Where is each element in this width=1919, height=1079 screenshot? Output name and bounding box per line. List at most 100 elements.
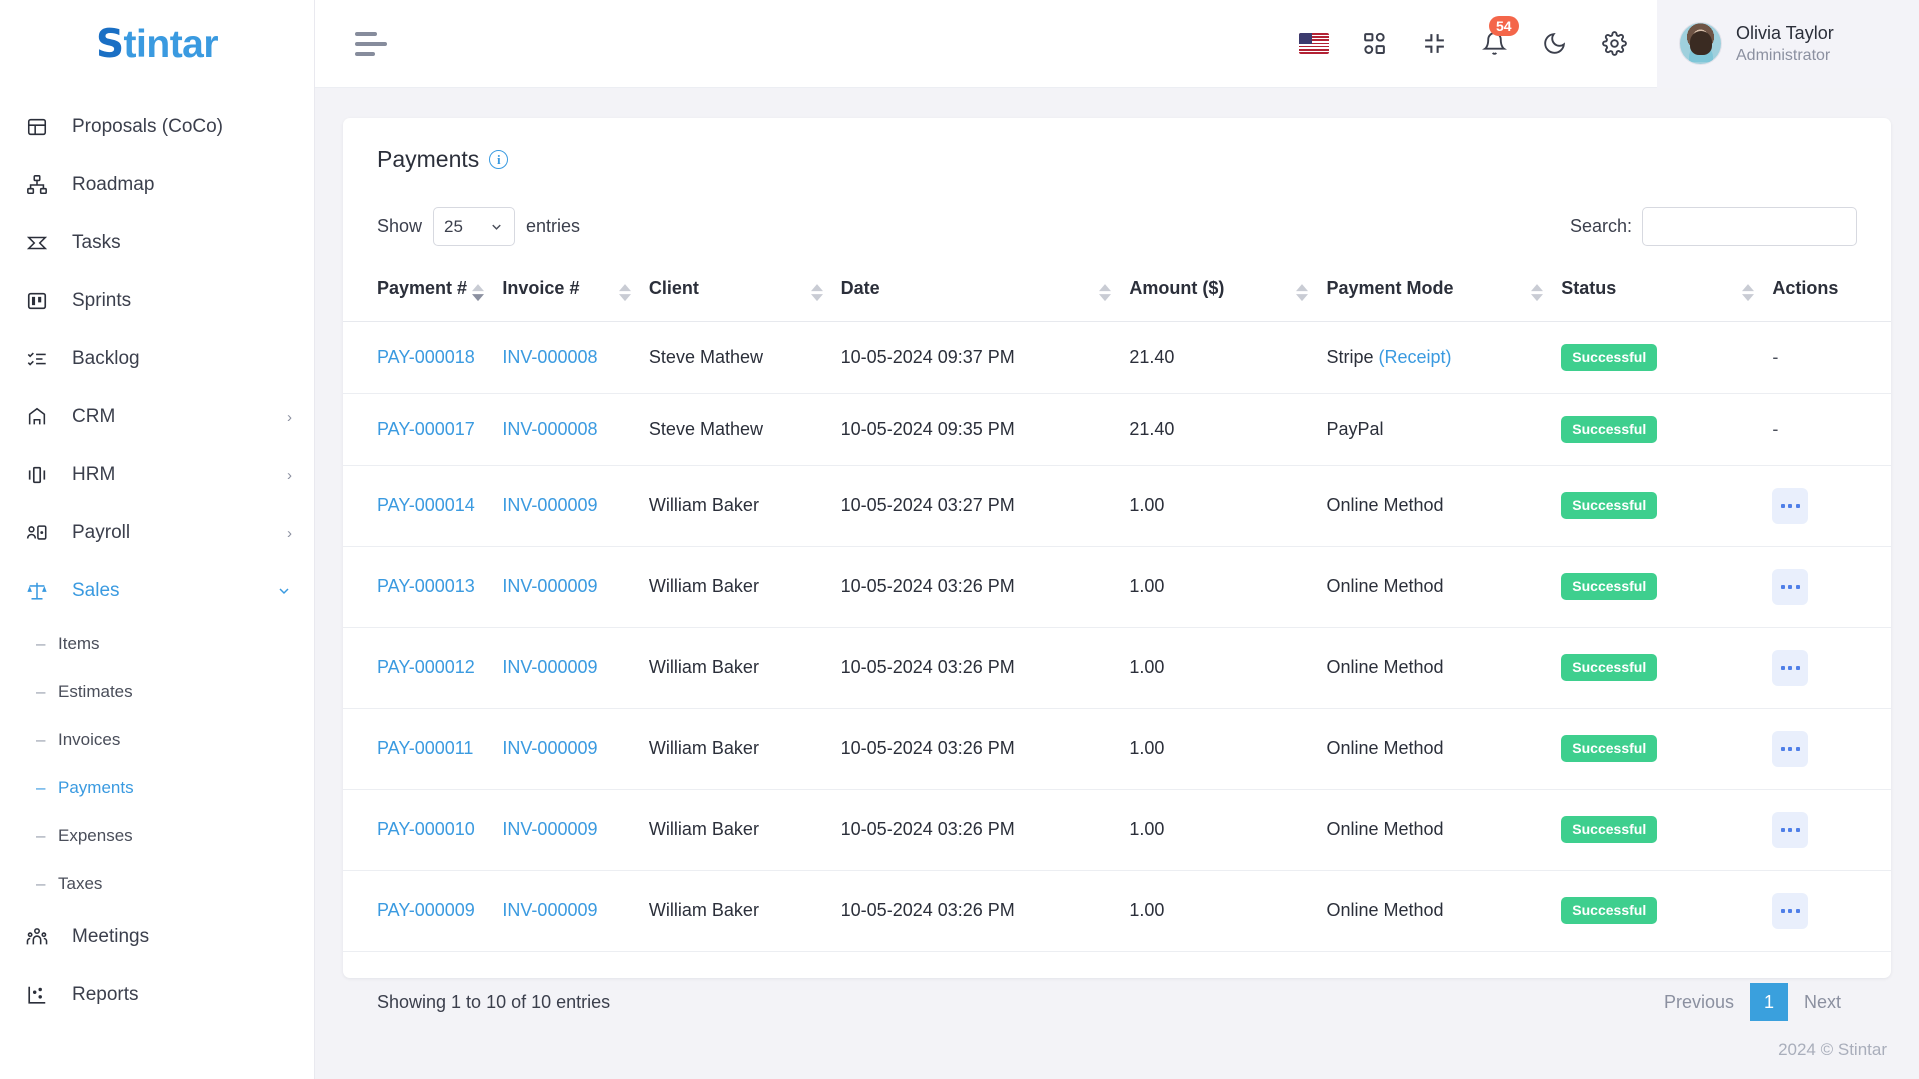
sidebar-item-sprints[interactable]: Sprints — [0, 272, 314, 330]
sales-icon — [26, 579, 56, 603]
no-actions-dash: - — [1772, 346, 1779, 367]
chevron-right-icon: › — [287, 466, 292, 484]
sidebar-item-backlog[interactable]: Backlog — [0, 330, 314, 388]
invoice-number-link[interactable]: INV-000008 — [502, 419, 597, 439]
sidebar-item-tasks[interactable]: Tasks — [0, 214, 314, 272]
column-header-client[interactable]: Client — [648, 266, 841, 322]
gear-icon[interactable] — [1597, 27, 1631, 61]
hamburger-icon[interactable] — [355, 31, 389, 56]
row-actions-button[interactable] — [1772, 487, 1809, 524]
grid-apps-icon[interactable] — [1357, 27, 1391, 61]
pagination-page-1[interactable]: 1 — [1749, 983, 1788, 1021]
sort-toggle-status[interactable] — [1742, 283, 1755, 301]
user-profile-menu[interactable]: Olivia Taylor Administrator — [1657, 0, 1919, 88]
notifications-bell-icon[interactable]: 54 — [1477, 15, 1519, 61]
sidebar-item-crm[interactable]: CRM › — [0, 388, 314, 446]
cell-status: Successful — [1561, 627, 1773, 709]
column-label: Status — [1561, 278, 1617, 298]
cell-status: Successful — [1561, 321, 1773, 394]
sort-toggle-amount[interactable] — [1296, 283, 1309, 301]
column-header-payment-mode[interactable]: Payment Mode — [1326, 266, 1562, 322]
invoice-number-link[interactable]: INV-000009 — [502, 819, 597, 839]
payment-number-link[interactable]: PAY-000009 — [377, 900, 475, 920]
cell-status: Successful — [1561, 465, 1773, 547]
column-header-payment[interactable]: Payment # — [343, 266, 503, 322]
cell-client: Steve Mathew — [648, 321, 841, 394]
row-actions-button[interactable] — [1772, 811, 1809, 848]
sidebar-item-sales[interactable]: Sales — [0, 562, 314, 620]
search-input[interactable] — [1642, 207, 1857, 246]
cell-payment-number: PAY-000011 — [343, 708, 503, 790]
info-icon[interactable]: i — [489, 150, 509, 169]
sort-toggle-payment[interactable] — [472, 283, 485, 301]
cell-payment-number: PAY-000014 — [343, 465, 503, 547]
payment-number-link[interactable]: PAY-000018 — [377, 347, 475, 367]
invoice-number-link[interactable]: INV-000009 — [502, 738, 597, 758]
user-role: Administrator — [1736, 46, 1831, 64]
column-header-invoice[interactable]: Invoice # — [502, 266, 649, 322]
payment-number-link[interactable]: PAY-000013 — [377, 576, 475, 596]
column-header-amount[interactable]: Amount ($) — [1129, 266, 1327, 322]
invoice-number-link[interactable]: INV-000009 — [502, 495, 597, 515]
status-badge: Successful — [1561, 816, 1658, 843]
payment-number-link[interactable]: PAY-000017 — [377, 419, 475, 439]
invoice-number-link[interactable]: INV-000008 — [502, 347, 597, 367]
sidebar-item-payroll[interactable]: Payroll › — [0, 504, 314, 562]
sidebar-subitem-label: Invoices — [58, 730, 121, 749]
dash-icon: – — [36, 826, 46, 845]
status-badge: Successful — [1561, 573, 1658, 600]
page-length-select[interactable]: 25 — [433, 207, 516, 246]
sidebar-item-reports[interactable]: Reports — [0, 966, 314, 1024]
cell-client: William Baker — [648, 870, 841, 952]
payment-number-link[interactable]: PAY-000012 — [377, 657, 475, 677]
column-label: Invoice # — [502, 278, 580, 298]
sidebar-subitem-items[interactable]: – Items — [0, 620, 314, 668]
sidebar-item-roadmap[interactable]: Roadmap — [0, 156, 314, 214]
sidebar-item-label: Sales — [72, 580, 120, 601]
row-actions-button[interactable] — [1772, 730, 1809, 767]
cell-date: 10-05-2024 03:26 PM — [840, 708, 1130, 790]
sort-toggle-client[interactable] — [810, 283, 823, 301]
table-row: PAY-000012 INV-000009 William Baker 10-05-2… — [343, 627, 1891, 709]
invoice-number-link[interactable]: INV-000009 — [502, 657, 597, 677]
sort-toggle-payment-mode[interactable] — [1531, 283, 1544, 301]
row-actions-button[interactable] — [1772, 568, 1809, 605]
sidebar-subitem-expenses[interactable]: – Expenses — [0, 812, 314, 860]
payment-mode-text: Online Method — [1326, 576, 1444, 597]
pagination-previous[interactable]: Previous — [1648, 982, 1750, 1021]
invoice-number-link[interactable]: INV-000009 — [502, 576, 597, 596]
notification-badge: 54 — [1489, 15, 1519, 36]
column-label: Client — [648, 278, 699, 298]
sort-toggle-invoice[interactable] — [618, 283, 631, 301]
sidebar-subitem-taxes[interactable]: – Taxes — [0, 860, 314, 908]
payment-number-link[interactable]: PAY-000010 — [377, 819, 475, 839]
sort-toggle-date[interactable] — [1099, 283, 1112, 301]
row-actions-button[interactable] — [1772, 892, 1809, 929]
payment-number-link[interactable]: PAY-000011 — [377, 738, 473, 758]
sidebar-subitem-invoices[interactable]: – Invoices — [0, 716, 314, 764]
payment-mode-text: Online Method — [1326, 900, 1444, 921]
cell-payment-number: PAY-000018 — [343, 321, 503, 394]
cell-date: 10-05-2024 03:26 PM — [840, 546, 1130, 628]
column-header-status[interactable]: Status — [1561, 266, 1773, 322]
brand-logo[interactable]: Stintar — [0, 0, 314, 88]
cell-client: William Baker — [648, 789, 841, 871]
column-label: Amount ($) — [1129, 278, 1225, 298]
language-selector[interactable] — [1297, 27, 1331, 61]
row-actions-button[interactable] — [1772, 649, 1809, 686]
payment-number-link[interactable]: PAY-000014 — [377, 495, 475, 515]
pagination-next[interactable]: Next — [1788, 982, 1857, 1021]
compress-icon[interactable] — [1417, 27, 1451, 61]
sidebar-subitem-estimates[interactable]: – Estimates — [0, 668, 314, 716]
sidebar-subitem-payments[interactable]: – Payments — [0, 764, 314, 812]
sidebar-item-meetings[interactable]: Meetings — [0, 908, 314, 966]
moon-icon[interactable] — [1537, 27, 1571, 61]
sidebar-item-proposals[interactable]: Proposals (CoCo) — [0, 98, 314, 156]
cell-client: William Baker — [648, 708, 841, 790]
receipt-link[interactable]: (Receipt) — [1379, 347, 1452, 367]
column-header-date[interactable]: Date — [840, 266, 1130, 322]
sidebar-item-hrm[interactable]: HRM › — [0, 446, 314, 504]
invoice-number-link[interactable]: INV-000009 — [502, 900, 597, 920]
table-row: PAY-000011 INV-000009 William Baker 10-05-2… — [343, 708, 1891, 790]
hrm-icon — [26, 463, 56, 487]
